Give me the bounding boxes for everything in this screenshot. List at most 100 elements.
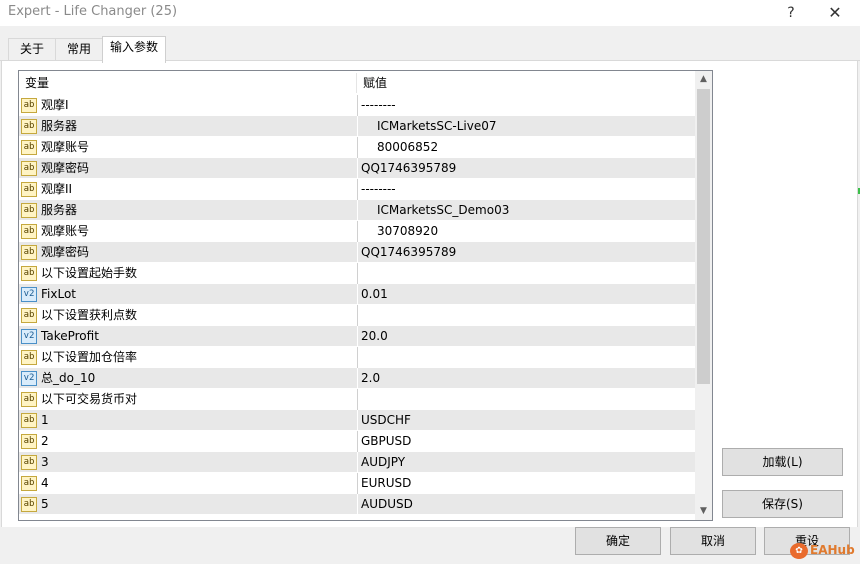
parameter-name: 以下设置起始手数 xyxy=(41,266,138,280)
string-type-icon: ab xyxy=(21,266,37,281)
close-button[interactable]: ✕ xyxy=(820,2,850,24)
parameter-value[interactable]: 80006852 xyxy=(377,137,438,158)
parameter-row[interactable]: ab 3 AUDJPY xyxy=(19,452,695,473)
cell-divider xyxy=(357,95,358,116)
numeric-type-icon: v2 xyxy=(21,371,37,386)
string-type-icon: ab xyxy=(21,203,37,218)
parameter-name: 服务器 xyxy=(41,203,78,217)
cell-divider xyxy=(357,284,358,305)
string-type-icon: ab xyxy=(21,350,37,365)
parameter-value[interactable]: 20.0 xyxy=(361,326,388,347)
string-type-icon: ab xyxy=(21,413,37,428)
parameter-value[interactable]: AUDJPY xyxy=(361,452,405,473)
parameter-value[interactable]: AUDUSD xyxy=(361,494,413,515)
cell-divider xyxy=(357,431,358,452)
parameter-row[interactable]: ab 1 USDCHF xyxy=(19,410,695,431)
parameter-name: FixLot xyxy=(41,287,76,301)
parameter-row[interactable]: ab 观摩II -------- xyxy=(19,179,695,200)
window-title: Expert - Life Changer (25) xyxy=(8,4,178,19)
cell-divider xyxy=(357,221,358,242)
parameter-value[interactable]: -------- xyxy=(361,179,396,200)
string-type-icon: ab xyxy=(21,224,37,239)
vertical-scrollbar[interactable]: ▲ ▼ xyxy=(695,71,712,520)
cancel-button[interactable]: 取消 xyxy=(670,527,756,555)
parameter-name: 观摩I xyxy=(41,98,69,112)
column-header-variable[interactable]: 变量 xyxy=(19,71,356,95)
parameter-name: 服务器 xyxy=(41,119,78,133)
parameter-value[interactable]: 2.0 xyxy=(361,368,380,389)
help-button[interactable]: ? xyxy=(776,2,806,24)
parameter-name: 2 xyxy=(41,434,49,448)
parameter-value[interactable]: 0.01 xyxy=(361,284,388,305)
parameter-row[interactable]: ab 观摩账号 80006852 xyxy=(19,137,695,158)
string-type-icon: ab xyxy=(21,455,37,470)
parameter-name: 以下可交易货币对 xyxy=(41,392,138,406)
string-type-icon: ab xyxy=(21,161,37,176)
parameter-row[interactable]: ab 服务器 ICMarketsSC-Live07 xyxy=(19,116,695,137)
grid-header: 变量 赋值 xyxy=(19,71,695,95)
parameter-row[interactable]: ab 以下可交易货币对 xyxy=(19,389,695,410)
string-type-icon: ab xyxy=(21,392,37,407)
cell-divider xyxy=(357,305,358,326)
string-type-icon: ab xyxy=(21,98,37,113)
parameter-name: 以下设置加仓倍率 xyxy=(41,350,138,364)
parameter-row[interactable]: ab 观摩密码 QQ1746395789 xyxy=(19,158,695,179)
watermark-icon: ✿ xyxy=(790,542,808,559)
parameter-value[interactable]: 30708920 xyxy=(377,221,438,242)
string-type-icon: ab xyxy=(21,308,37,323)
parameter-row[interactable]: ab 以下设置获利点数 xyxy=(19,305,695,326)
string-type-icon: ab xyxy=(21,140,37,155)
string-type-icon: ab xyxy=(21,182,37,197)
parameter-row[interactable]: ab 以下设置起始手数 xyxy=(19,263,695,284)
parameters-grid[interactable]: 变量 赋值 ab 观摩I -------- ab 服务器 ICMarketsSC-Live… xyxy=(18,70,713,521)
parameter-value[interactable]: QQ1746395789 xyxy=(361,158,456,179)
scroll-thumb[interactable] xyxy=(697,89,710,384)
watermark-text: EAHub xyxy=(810,543,855,557)
parameter-value[interactable]: ICMarketsSC-Live07 xyxy=(377,116,497,137)
parameter-name: 4 xyxy=(41,476,49,490)
parameter-value[interactable]: GBPUSD xyxy=(361,431,411,452)
cell-divider xyxy=(357,242,358,263)
parameter-row[interactable]: v2 总_do_10 2.0 xyxy=(19,368,695,389)
scroll-down-icon[interactable]: ▼ xyxy=(695,503,712,520)
parameter-name: 总_do_10 xyxy=(41,371,96,385)
string-type-icon: ab xyxy=(21,119,37,134)
parameter-row[interactable]: ab 观摩I -------- xyxy=(19,95,695,116)
parameter-value[interactable]: ICMarketsSC_Demo03 xyxy=(377,200,509,221)
parameter-name: 观摩账号 xyxy=(41,140,90,154)
grid-rows: ab 观摩I -------- ab 服务器 ICMarketsSC-Live07 ab 观摩… xyxy=(19,95,695,515)
parameter-row[interactable]: ab 服务器 ICMarketsSC_Demo03 xyxy=(19,200,695,221)
tab-about[interactable]: 关于 xyxy=(8,38,56,60)
parameter-value[interactable]: -------- xyxy=(361,95,396,116)
parameter-row[interactable]: ab 4 EURUSD xyxy=(19,473,695,494)
cell-divider xyxy=(357,473,358,494)
save-button[interactable]: 保存(S) xyxy=(722,490,843,518)
string-type-icon: ab xyxy=(21,476,37,491)
parameter-row[interactable]: ab 以下设置加仓倍率 xyxy=(19,347,695,368)
parameter-name: 观摩II xyxy=(41,182,73,196)
cell-divider xyxy=(357,389,358,410)
cell-divider xyxy=(357,263,358,284)
cell-divider xyxy=(357,410,358,431)
load-button[interactable]: 加载(L) xyxy=(722,448,843,476)
parameter-name: 观摩账号 xyxy=(41,224,90,238)
cell-divider xyxy=(357,116,358,137)
parameter-value[interactable]: QQ1746395789 xyxy=(361,242,456,263)
parameter-row[interactable]: ab 观摩账号 30708920 xyxy=(19,221,695,242)
parameter-value[interactable]: EURUSD xyxy=(361,473,411,494)
string-type-icon: ab xyxy=(21,434,37,449)
ok-button[interactable]: 确定 xyxy=(575,527,661,555)
tab-common[interactable]: 常用 xyxy=(55,38,103,60)
parameter-value[interactable]: USDCHF xyxy=(361,410,411,431)
column-header-value[interactable]: 赋值 xyxy=(357,71,695,95)
cell-divider xyxy=(357,494,358,515)
tab-input-parameters[interactable]: 输入参数 xyxy=(102,36,166,63)
cell-divider xyxy=(357,179,358,200)
parameter-row[interactable]: v2 FixLot 0.01 xyxy=(19,284,695,305)
parameter-row[interactable]: ab 2 GBPUSD xyxy=(19,431,695,452)
parameter-name: 3 xyxy=(41,455,49,469)
parameter-row[interactable]: ab 观摩密码 QQ1746395789 xyxy=(19,242,695,263)
scroll-up-icon[interactable]: ▲ xyxy=(695,71,712,88)
parameter-row[interactable]: v2 TakeProfit 20.0 xyxy=(19,326,695,347)
parameter-row[interactable]: ab 5 AUDUSD xyxy=(19,494,695,515)
